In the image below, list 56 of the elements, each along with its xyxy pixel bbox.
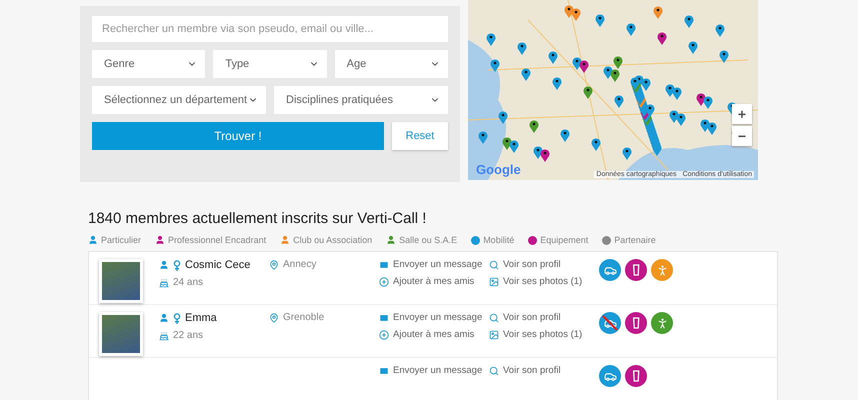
plus-icon: [379, 330, 389, 340]
person-icon: [159, 313, 169, 323]
members-title: 1840 membres actuellement inscrits sur Verti-Call !: [88, 210, 428, 227]
member-city: Annecy: [283, 259, 316, 270]
legend-label: Mobilité: [483, 235, 514, 245]
legend-label: Particulier: [101, 235, 142, 245]
quickdraw-badge-icon: [625, 259, 647, 281]
quickdraw-badge-icon: [625, 365, 647, 387]
member-name[interactable]: Emma: [185, 312, 217, 324]
select-field[interactable]: Sélectionnez un département: [92, 86, 266, 114]
search-icon: [489, 366, 499, 376]
quickdraw-badge-icon: [625, 312, 647, 334]
legend-label: Salle ou S.A.E: [399, 235, 458, 245]
find-button[interactable]: Trouver !: [92, 122, 384, 150]
member-city: Grenoble: [283, 312, 324, 323]
action-link[interactable]: Ajouter à mes amis: [393, 329, 474, 340]
action-link[interactable]: Envoyer un message: [393, 365, 482, 376]
profile-link[interactable]: Voir son profil: [503, 312, 561, 323]
female-icon: [173, 260, 181, 270]
action-link[interactable]: Ajouter à mes amis: [393, 276, 474, 287]
legend-label: Partenaire: [614, 235, 656, 245]
car-badge-icon: [599, 259, 621, 281]
zoom-out-button[interactable]: −: [732, 126, 752, 146]
profile-link[interactable]: Voir son profil: [503, 365, 561, 376]
action-link[interactable]: Envoyer un message: [393, 312, 482, 323]
action-link[interactable]: Envoyer un message: [393, 259, 482, 270]
search-icon: [489, 312, 499, 322]
reset-button[interactable]: Reset: [392, 122, 448, 150]
pin-icon: [269, 312, 279, 322]
plus-icon: [379, 276, 389, 286]
select-field[interactable]: Age: [334, 50, 448, 78]
profile-link[interactable]: Voir son profil: [503, 259, 561, 270]
crossed-car-badge-icon: [599, 312, 621, 334]
image-icon: [489, 330, 499, 340]
search-field[interactable]: Rechercher un membre via son pseudo, email ou ville...: [92, 16, 448, 42]
member-age: 24 ans: [173, 277, 204, 288]
legend-label: Club ou Association: [293, 235, 372, 245]
zoom-in-button[interactable]: +: [732, 104, 752, 124]
female-icon: [173, 312, 181, 324]
select-field[interactable]: Genre: [92, 50, 206, 78]
member-age: 22 ans: [173, 330, 204, 341]
member-name[interactable]: Cosmic Cece: [185, 259, 250, 271]
car-badge-icon: [599, 365, 621, 387]
photo-placeholder: [99, 259, 143, 303]
pin-icon: [269, 260, 279, 270]
image-icon: [489, 276, 499, 286]
select-field[interactable]: Disciplines pratiquées: [274, 86, 448, 114]
search-icon: [489, 260, 499, 270]
profile-link[interactable]: Voir ses photos (1): [503, 276, 582, 287]
legend-label: Equipement: [540, 235, 588, 245]
photo-placeholder: [99, 312, 143, 356]
legend-label: Professionnel Encadrant: [168, 235, 266, 245]
select-field[interactable]: Type: [213, 50, 327, 78]
map-logo: Google: [476, 162, 521, 177]
profile-link[interactable]: Voir ses photos (1): [503, 329, 582, 340]
person-icon: [159, 260, 169, 270]
